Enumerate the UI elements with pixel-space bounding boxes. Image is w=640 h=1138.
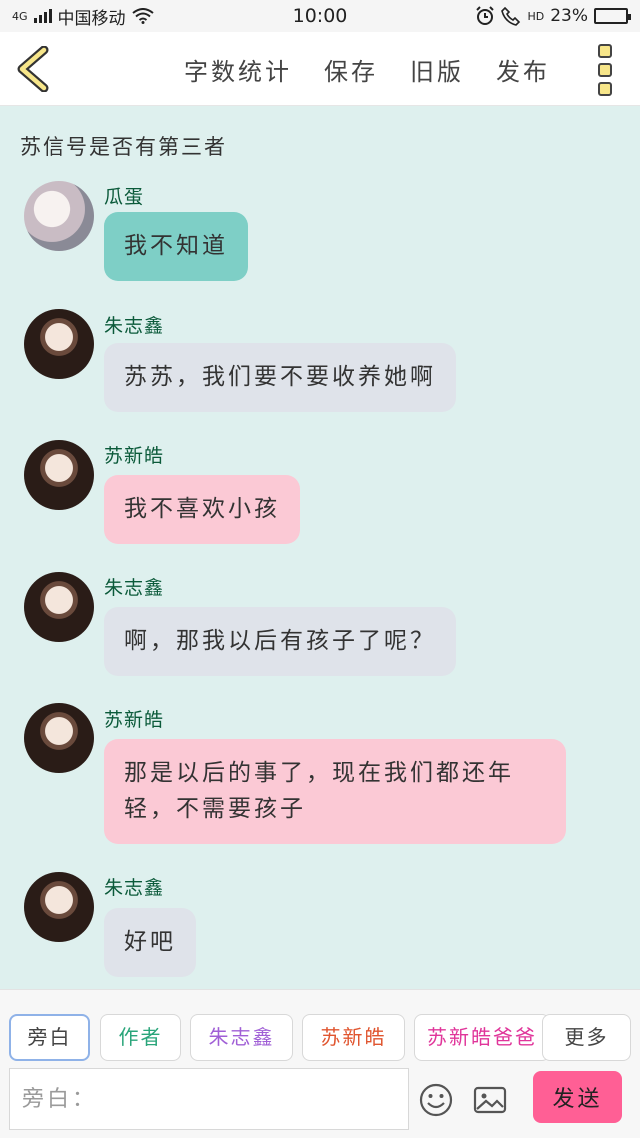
avatar[interactable]: [24, 872, 94, 942]
message-bubble[interactable]: 我不喜欢小孩: [104, 475, 300, 544]
role-suxinhao-dad-button[interactable]: 苏新皓爸爸: [414, 1014, 550, 1061]
word-count-button[interactable]: 字数统计: [184, 52, 292, 87]
message-bubble[interactable]: 我不知道: [104, 212, 248, 281]
header-actions: 字数统计 保存 旧版 发布: [184, 32, 550, 106]
role-suxinhao-button[interactable]: 苏新皓: [302, 1014, 405, 1061]
message-bubble[interactable]: 好吧: [104, 908, 196, 977]
send-button[interactable]: 发送: [533, 1071, 622, 1123]
message-sender: 朱志鑫: [104, 877, 165, 899]
message-bubble[interactable]: 那是以后的事了，现在我们都还年轻，不需要孩子: [104, 739, 566, 844]
message-bubble[interactable]: 啊，那我以后有孩子了呢？: [104, 607, 456, 676]
network-type: 4G: [12, 9, 28, 23]
role-author-button[interactable]: 作者: [100, 1014, 181, 1061]
hd-call-label: HD: [527, 9, 545, 23]
story-title: 苏信号是否有第三者: [20, 135, 227, 159]
emoji-icon[interactable]: [418, 1082, 454, 1118]
message-sender: 朱志鑫: [104, 315, 165, 337]
signal-icon: [33, 9, 52, 23]
message-bubble[interactable]: 苏苏，我们要不要收养她啊: [104, 343, 456, 412]
role-zhuzhixin-button[interactable]: 朱志鑫: [190, 1014, 293, 1061]
status-left: 4G 中国移动: [12, 4, 154, 29]
message-sender: 苏新皓: [104, 445, 165, 467]
old-version-button[interactable]: 旧版: [410, 52, 464, 87]
battery-percent: 23%: [550, 6, 588, 26]
message-sender: 苏新皓: [104, 709, 165, 731]
image-icon[interactable]: [472, 1082, 508, 1118]
message-sender: 瓜蛋: [104, 186, 145, 208]
status-right: HD 23%: [475, 6, 631, 26]
status-bar: 4G 中国移动 10:00 HD 23%: [0, 0, 640, 32]
more-roles-button[interactable]: 更多: [542, 1014, 631, 1061]
more-menu-icon[interactable]: [598, 44, 614, 96]
editor-header: 字数统计 保存 旧版 发布: [0, 32, 640, 106]
publish-button[interactable]: 发布: [496, 52, 550, 87]
avatar[interactable]: [24, 572, 94, 642]
wifi-icon: [131, 8, 154, 24]
alarm-icon: [476, 6, 495, 25]
phone-icon: [501, 6, 521, 26]
role-toolbar: 旁白 作者 朱志鑫 苏新皓 苏新皓爸爸 更多 发送: [0, 989, 640, 1138]
message-input[interactable]: [9, 1068, 409, 1130]
avatar[interactable]: [24, 309, 94, 379]
avatar[interactable]: [24, 703, 94, 773]
avatar[interactable]: [24, 181, 94, 251]
carrier-name: 中国移动: [57, 8, 126, 29]
role-narrator-button[interactable]: 旁白: [9, 1014, 90, 1061]
back-arrow-icon[interactable]: [14, 46, 54, 92]
save-button[interactable]: 保存: [324, 52, 378, 87]
avatar[interactable]: [24, 440, 94, 510]
message-sender: 朱志鑫: [104, 577, 165, 599]
battery-icon: [594, 8, 631, 24]
